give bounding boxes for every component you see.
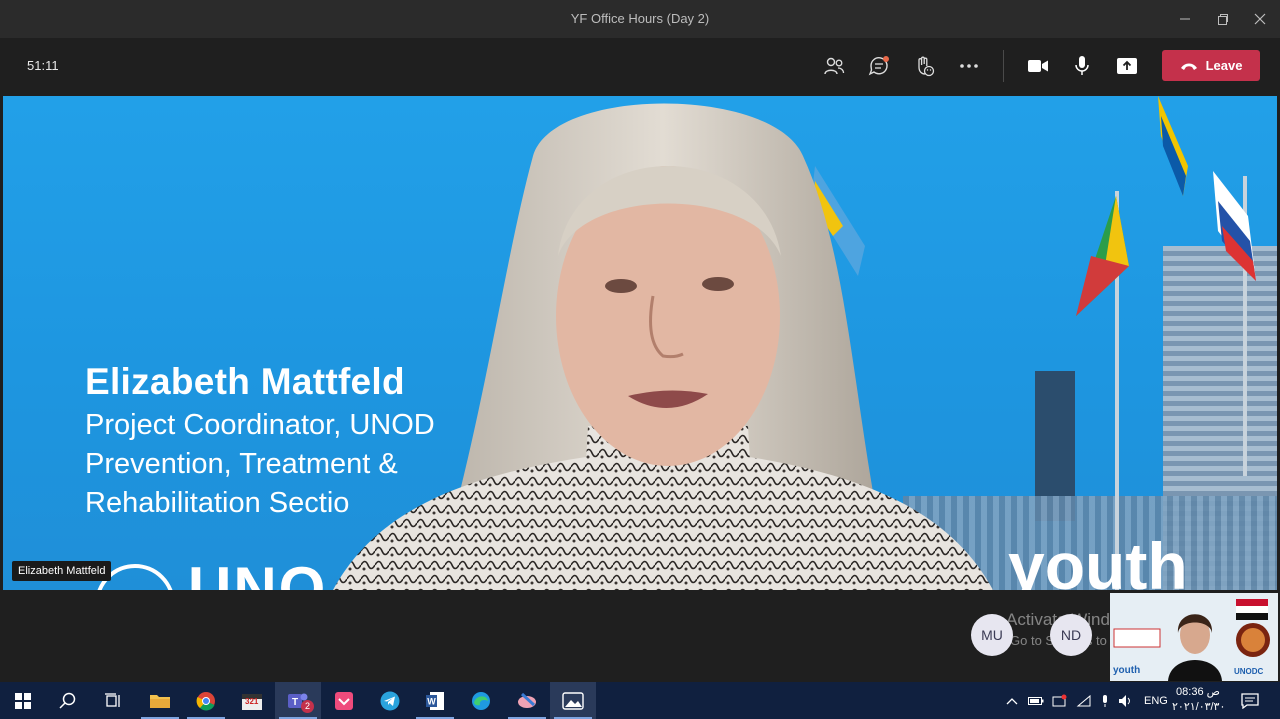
reactions-button[interactable] [909,52,939,80]
microphone-tray-icon[interactable] [1100,694,1110,708]
toolbar-divider [1003,50,1004,82]
telegram-icon [380,691,400,710]
flag-icon [1158,96,1188,196]
mic-button[interactable] [1067,52,1097,80]
call-toolbar: 51:11 Leave [0,38,1280,94]
taskbar-calendar-app[interactable]: 321 [229,682,275,719]
share-icon [1117,58,1137,74]
network-icon[interactable] [1052,694,1068,708]
taskbar-teams[interactable]: T 2 [275,682,321,719]
battery-icon[interactable] [1028,696,1044,706]
minimize-icon [1180,18,1190,20]
taskbar-photos[interactable] [550,682,596,719]
taskbar-clock[interactable]: 08:36 ص ٢٠٢١/٠٣/٣٠ [1172,685,1226,715]
self-view-badge: youth [1113,665,1141,676]
teams-meeting-window: YF Office Hours (Day 2) 51:11 Leave Eliz… [0,0,1280,719]
taskbar-edge[interactable] [458,682,504,719]
share-screen-button[interactable] [1112,52,1142,80]
language-indicator[interactable]: ENG [1144,695,1168,707]
raise-hand-icon [918,56,935,77]
chat-button[interactable] [864,52,894,80]
photos-icon [562,691,584,710]
taskbar-telegram[interactable] [367,682,413,719]
close-icon [1254,13,1266,25]
calendar-label: 321 [245,697,259,706]
chrome-icon [196,691,215,710]
camera-button[interactable] [1023,52,1053,80]
wifi-icon[interactable] [1076,694,1092,708]
main-video: Elizabeth Mattfeld Project Coordinator, … [3,96,1277,590]
paint-icon [518,692,536,708]
maximize-icon [1218,14,1228,25]
edge-icon [472,691,490,710]
word-icon: W [426,691,444,710]
flag-icon [1213,171,1256,281]
more-options-button[interactable] [954,52,984,80]
slide-line-1: Project Coordinator, UNOD [85,409,435,441]
hang-up-icon [1180,63,1197,70]
task-view-icon [105,692,120,707]
system-tray: ENG [1006,682,1168,719]
self-view-video[interactable]: youth UNODC [1110,593,1278,681]
self-view-logo-text: UNODC [1234,667,1264,676]
camera-icon [1028,60,1048,72]
slide-youth-text: youth [1008,529,1188,590]
task-view-button[interactable] [90,682,136,719]
slide-line-3: Rehabilitation Sectio [85,487,350,519]
participants-button[interactable] [819,52,849,80]
folder-icon [150,694,170,708]
notification-icon [1241,692,1259,709]
teams-badge: 2 [301,700,314,713]
chat-icon [868,56,889,76]
slide-caption: Elizabeth Mattfeld Project Coordinator, … [85,361,435,520]
windows-logo-icon [15,692,31,709]
minimize-button[interactable] [1170,8,1200,30]
svg-text:W: W [427,696,436,706]
notifications-button[interactable] [1230,682,1270,719]
start-button[interactable] [0,682,46,719]
participant-avatar-mu[interactable]: MU [971,614,1013,656]
windows-taskbar: 321 T 2 W ENG 08:36 ص ٢٠٢١/٠٣/٣٠ [0,682,1280,719]
speaker-name-tag: Elizabeth Mattfeld [12,561,112,581]
participant-avatar-nd[interactable]: ND [1050,614,1092,656]
slide-logo-text: UNO [188,555,328,590]
title-bar: YF Office Hours (Day 2) [0,0,1280,38]
taskbar-word[interactable]: W [412,682,458,719]
clock-date: ٢٠٢١/٠٣/٣٠ [1172,701,1226,713]
volume-icon[interactable] [1118,694,1134,708]
call-timer: 51:11 [27,58,59,73]
close-button[interactable] [1245,8,1275,30]
taskbar-chrome[interactable] [183,682,229,719]
clock-time: 08:36 ص [1176,686,1220,698]
taskbar-file-explorer[interactable] [137,682,183,719]
window-title: YF Office Hours (Day 2) [570,11,710,26]
mic-icon [1075,56,1089,75]
search-icon [59,692,76,709]
search-button[interactable] [45,682,91,719]
flag-icon [1076,196,1129,316]
taskbar-paint[interactable] [504,682,550,719]
leave-button[interactable]: Leave [1162,50,1260,81]
taskbar-app-pink[interactable] [321,682,367,719]
leave-label: Leave [1205,58,1243,73]
chevron-up-icon[interactable] [1006,696,1018,706]
slide-speaker-name: Elizabeth Mattfeld [85,361,405,402]
slide-line-2: Prevention, Treatment & [85,448,398,480]
app-icon [335,691,353,710]
more-icon [960,64,978,68]
svg-text:T: T [292,697,298,708]
people-icon [824,57,845,75]
maximize-button[interactable] [1208,8,1238,30]
